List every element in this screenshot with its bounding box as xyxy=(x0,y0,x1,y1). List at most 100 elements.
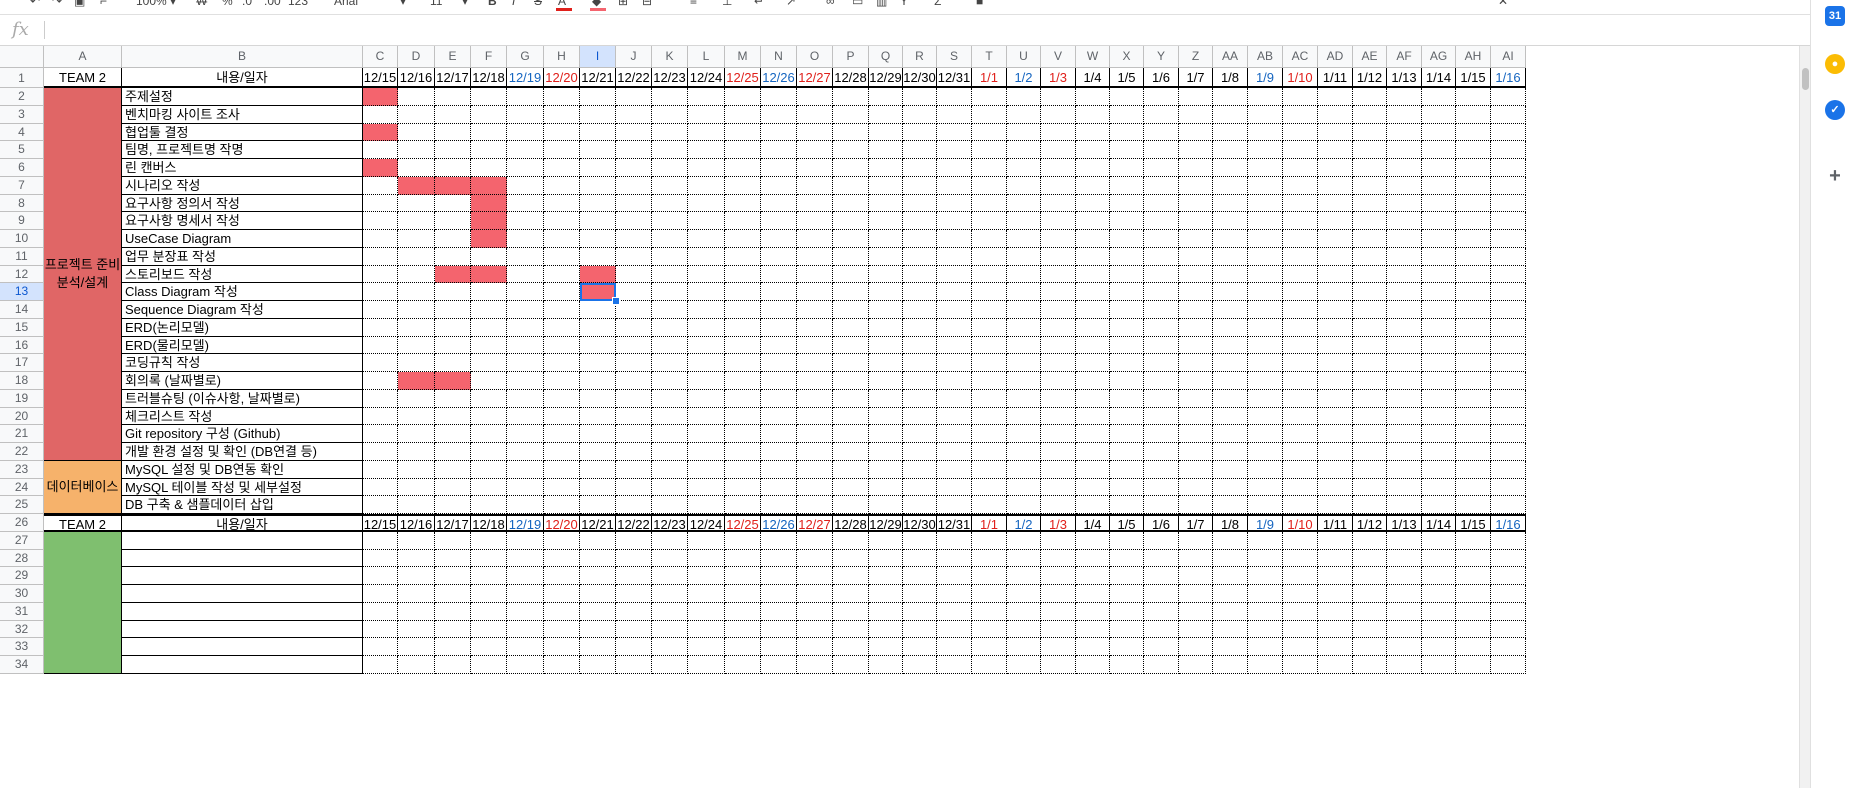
schedule-cell[interactable] xyxy=(1318,88,1353,106)
schedule-cell[interactable] xyxy=(398,478,435,497)
schedule-cell[interactable] xyxy=(1041,656,1076,674)
schedule-cell[interactable] xyxy=(435,123,471,142)
schedule-cell[interactable] xyxy=(1110,247,1144,266)
schedule-cell[interactable] xyxy=(869,123,903,142)
column-header[interactable]: I xyxy=(580,46,616,68)
schedule-cell[interactable] xyxy=(1041,212,1076,230)
schedule-cell[interactable] xyxy=(398,247,435,266)
row-header[interactable]: 2 xyxy=(0,88,44,106)
schedule-cell[interactable] xyxy=(544,531,580,550)
schedule-cell[interactable] xyxy=(688,602,725,621)
schedule-cell[interactable] xyxy=(363,460,398,479)
schedule-cell[interactable] xyxy=(1041,372,1076,390)
schedule-cell[interactable] xyxy=(1007,141,1041,159)
task-name-cell[interactable] xyxy=(122,549,363,568)
schedule-cell[interactable] xyxy=(616,460,652,479)
schedule-cell[interactable] xyxy=(797,212,833,230)
row-header[interactable]: 29 xyxy=(0,567,44,585)
task-name-cell[interactable]: ERD(물리모델) xyxy=(122,336,363,355)
schedule-cell[interactable] xyxy=(797,159,833,177)
task-name-cell[interactable]: 요구사항 명세서 작성 xyxy=(122,212,363,230)
schedule-cell[interactable] xyxy=(435,159,471,177)
schedule-cell[interactable] xyxy=(435,88,471,106)
schedule-cell[interactable] xyxy=(435,478,471,497)
schedule-cell[interactable] xyxy=(1076,389,1110,408)
schedule-cell[interactable] xyxy=(1110,105,1144,124)
schedule-cell[interactable] xyxy=(1179,496,1213,514)
schedule-cell[interactable] xyxy=(580,336,616,355)
schedule-cell[interactable] xyxy=(688,496,725,514)
schedule-cell[interactable] xyxy=(725,265,761,284)
row-header[interactable]: 31 xyxy=(0,602,44,621)
schedule-cell[interactable] xyxy=(507,443,544,461)
task-name-cell[interactable]: 업무 분장표 작성 xyxy=(122,247,363,266)
row-header[interactable]: 9 xyxy=(0,212,44,230)
row-header[interactable]: 24 xyxy=(0,478,44,497)
schedule-cell[interactable] xyxy=(544,354,580,372)
schedule-cell[interactable] xyxy=(1076,159,1110,177)
task-name-cell[interactable] xyxy=(122,531,363,550)
schedule-cell[interactable] xyxy=(1422,194,1456,213)
schedule-cell[interactable] xyxy=(1248,638,1283,656)
schedule-cell[interactable] xyxy=(652,105,688,124)
schedule-cell[interactable] xyxy=(616,389,652,408)
schedule-cell[interactable] xyxy=(761,265,797,284)
date-header-cell[interactable]: 1/12 xyxy=(1353,514,1387,532)
add-icon[interactable]: + xyxy=(1825,166,1845,186)
schedule-cell[interactable] xyxy=(1318,372,1353,390)
schedule-cell[interactable] xyxy=(1491,283,1526,301)
schedule-cell[interactable] xyxy=(725,318,761,337)
schedule-cell[interactable] xyxy=(1144,567,1179,585)
date-header-cell[interactable]: 12/23 xyxy=(652,68,688,88)
schedule-cell[interactable] xyxy=(1179,247,1213,266)
schedule-cell[interactable] xyxy=(725,531,761,550)
schedule-cell[interactable] xyxy=(1422,105,1456,124)
column-header[interactable]: F xyxy=(471,46,507,68)
schedule-cell[interactable] xyxy=(580,620,616,639)
schedule-cell[interactable] xyxy=(797,88,833,106)
schedule-cell[interactable] xyxy=(363,301,398,319)
schedule-cell[interactable] xyxy=(833,407,869,426)
schedule-cell[interactable] xyxy=(869,496,903,514)
schedule-cell[interactable] xyxy=(1456,176,1491,195)
schedule-cell[interactable] xyxy=(363,389,398,408)
schedule-cell[interactable] xyxy=(1007,336,1041,355)
schedule-cell[interactable] xyxy=(580,212,616,230)
schedule-cell[interactable] xyxy=(363,230,398,248)
schedule-cell[interactable] xyxy=(1041,567,1076,585)
schedule-cell[interactable] xyxy=(761,443,797,461)
schedule-cell[interactable] xyxy=(1318,620,1353,639)
schedule-cell[interactable] xyxy=(1179,656,1213,674)
schedule-cell[interactable] xyxy=(1076,354,1110,372)
schedule-cell[interactable] xyxy=(1318,176,1353,195)
schedule-cell[interactable] xyxy=(1110,194,1144,213)
column-header[interactable]: B xyxy=(122,46,363,68)
schedule-cell[interactable] xyxy=(869,159,903,177)
schedule-cell[interactable] xyxy=(580,567,616,585)
schedule-cell[interactable] xyxy=(398,389,435,408)
task-name-cell[interactable] xyxy=(122,567,363,585)
date-header-cell[interactable]: 12/22 xyxy=(616,514,652,532)
schedule-cell[interactable] xyxy=(471,549,507,568)
schedule-cell[interactable] xyxy=(797,531,833,550)
font-dropdown-icon[interactable]: ▾ xyxy=(400,0,414,7)
schedule-cell[interactable] xyxy=(616,212,652,230)
schedule-cell[interactable] xyxy=(1353,549,1387,568)
schedule-cell[interactable] xyxy=(1144,354,1179,372)
schedule-cell[interactable] xyxy=(1491,141,1526,159)
schedule-cell[interactable] xyxy=(544,265,580,284)
percent-format-button[interactable]: % xyxy=(222,0,233,8)
schedule-cell[interactable] xyxy=(398,656,435,674)
schedule-cell[interactable] xyxy=(972,638,1007,656)
schedule-cell[interactable] xyxy=(398,602,435,621)
schedule-cell[interactable] xyxy=(1213,372,1248,390)
schedule-cell[interactable] xyxy=(1456,478,1491,497)
schedule-cell[interactable] xyxy=(869,567,903,585)
date-header-cell[interactable]: 1/7 xyxy=(1179,68,1213,88)
schedule-cell[interactable] xyxy=(471,336,507,355)
schedule-cell[interactable] xyxy=(1248,301,1283,319)
schedule-cell[interactable] xyxy=(1248,478,1283,497)
schedule-cell[interactable] xyxy=(1248,105,1283,124)
schedule-cell[interactable] xyxy=(363,496,398,514)
row-header[interactable]: 4 xyxy=(0,123,44,142)
